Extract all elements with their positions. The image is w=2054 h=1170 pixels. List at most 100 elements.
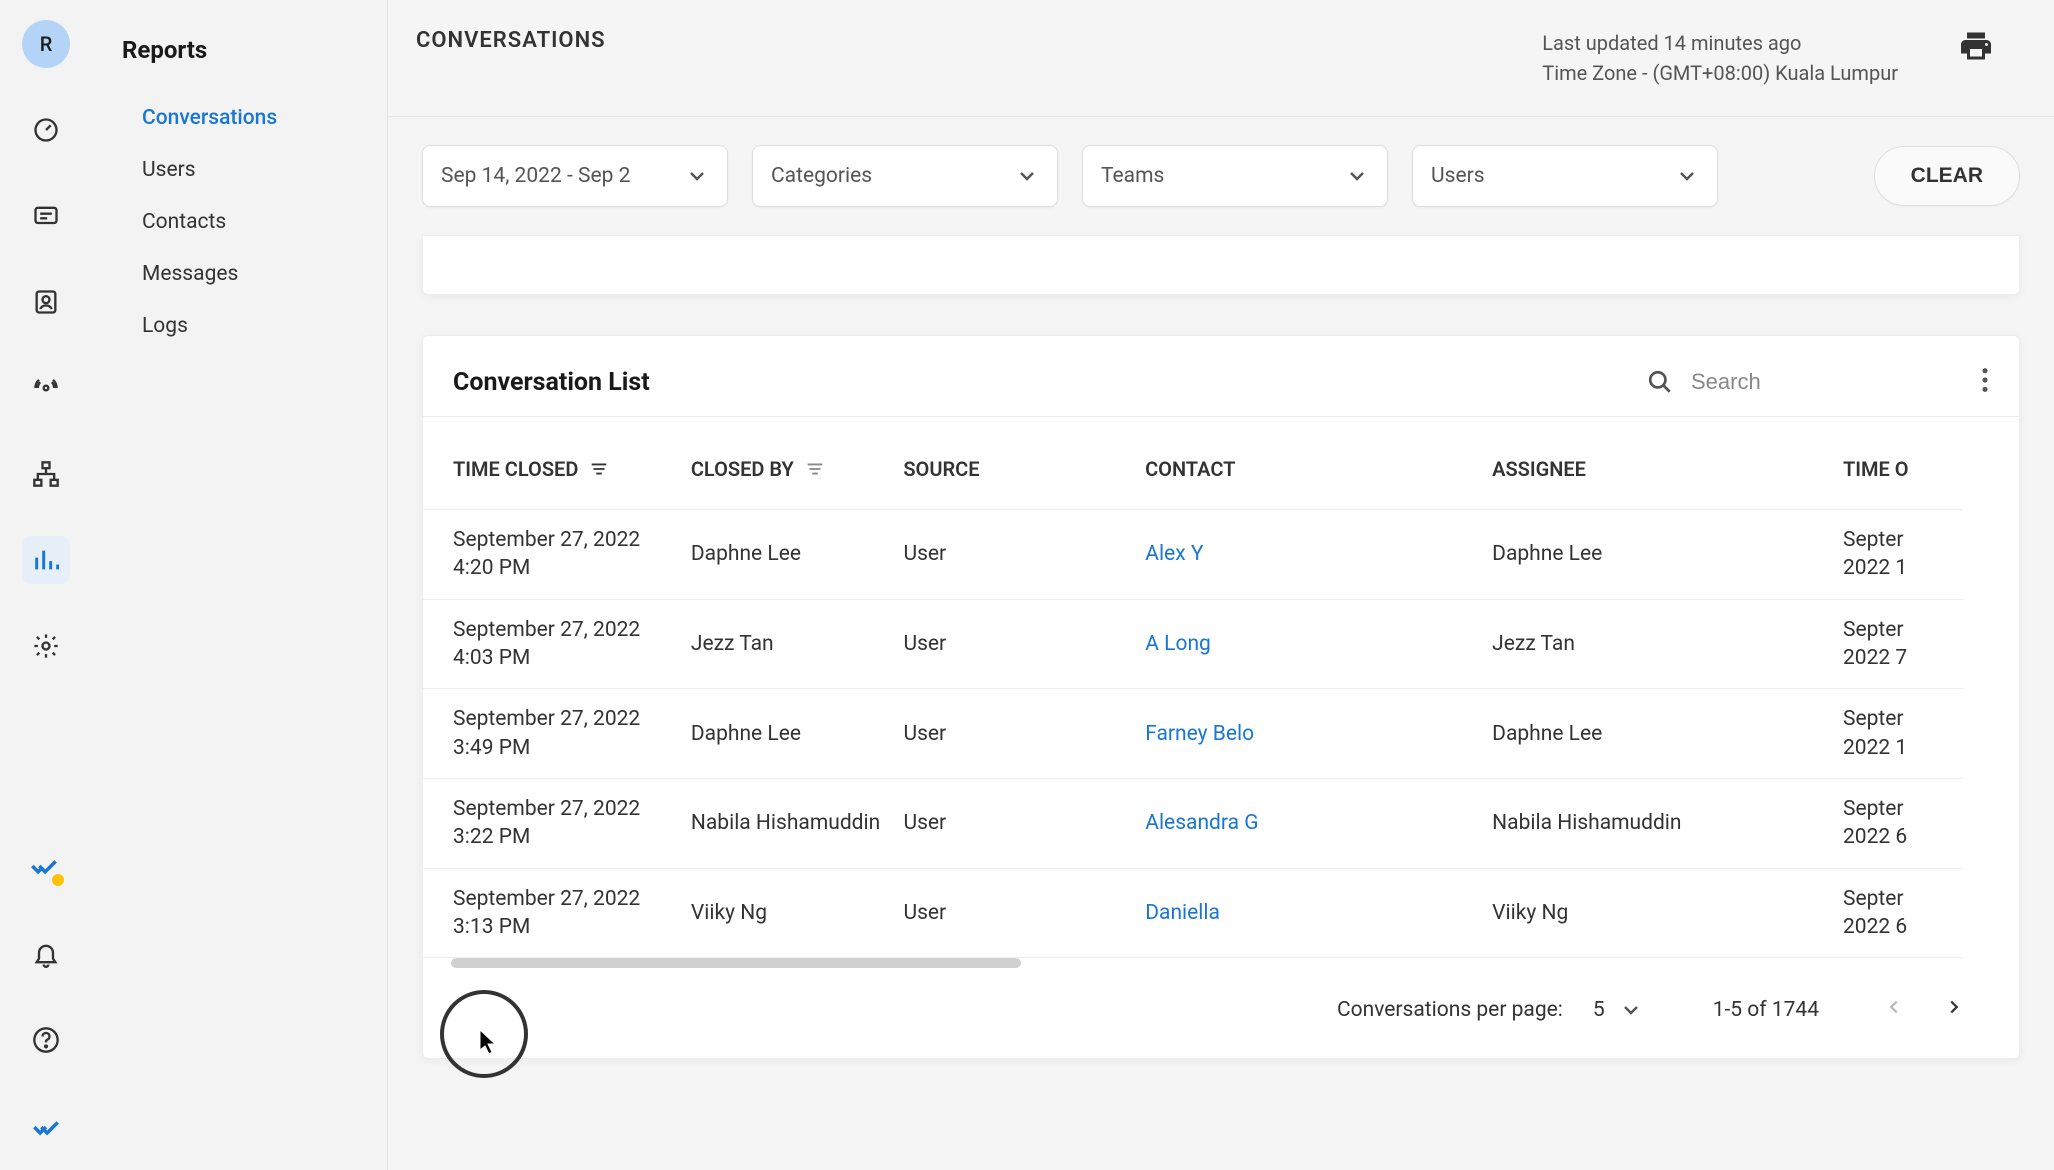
chevron-down-icon <box>1619 998 1643 1022</box>
scrollbar-thumb[interactable] <box>451 958 1021 968</box>
col-assignee[interactable]: ASSIGNEE <box>1492 457 1843 481</box>
cell-time-opened: Septer 2022 1 <box>1843 705 1963 762</box>
col-source[interactable]: SOURCE <box>903 457 1145 481</box>
table-row[interactable]: September 27, 2022 3:22 PM Nabila Hisham… <box>423 779 1963 869</box>
cell-time-closed: September 27, 2022 4:03 PM <box>453 616 691 673</box>
col-time-opened[interactable]: TIME O <box>1843 457 1963 481</box>
workflow-icon[interactable] <box>22 450 70 498</box>
main-content: CONVERSATIONS Last updated 14 minutes ag… <box>388 0 2054 1170</box>
card-title: Conversation List <box>453 368 650 397</box>
cell-assignee: Viiky Ng <box>1492 901 1843 925</box>
page-range: 1-5 of 1744 <box>1713 998 1819 1022</box>
cell-closed-by: Daphne Lee <box>691 542 904 566</box>
summary-card-bottom <box>422 235 2020 295</box>
settings-icon[interactable] <box>22 622 70 670</box>
sidebar-item-users[interactable]: Users <box>122 144 387 196</box>
users-label: Users <box>1431 164 1675 188</box>
users-select[interactable]: Users <box>1412 145 1718 207</box>
search-icon[interactable] <box>1647 369 1673 395</box>
filter-bar: Sep 14, 2022 - Sep 2 Categories Teams Us… <box>388 117 2054 235</box>
prev-page-button[interactable] <box>1879 992 1909 1028</box>
page-header: CONVERSATIONS Last updated 14 minutes ag… <box>388 0 2054 117</box>
header-meta: Last updated 14 minutes ago Time Zone - … <box>1542 28 1898 88</box>
cell-source: User <box>903 811 1145 835</box>
cell-source: User <box>903 722 1145 746</box>
notifications-icon[interactable] <box>22 930 70 978</box>
pagination: Conversations per page: 5 1-5 of 1744 <box>423 968 2019 1058</box>
dashboard-icon[interactable] <box>22 106 70 154</box>
contacts-icon[interactable] <box>22 278 70 326</box>
next-page-button[interactable] <box>1939 992 1969 1028</box>
cell-assignee: Daphne Lee <box>1492 722 1843 746</box>
table-row[interactable]: September 27, 2022 3:13 PM Viiky Ng User… <box>423 869 1963 959</box>
sidebar-item-conversations[interactable]: Conversations <box>122 92 387 144</box>
cell-closed-by: Jezz Tan <box>691 632 904 656</box>
cell-time-opened: Septer 2022 7 <box>1843 616 1963 673</box>
cell-contact[interactable]: Alesandra G <box>1145 811 1492 835</box>
table-row[interactable]: September 27, 2022 3:49 PM Daphne Lee Us… <box>423 689 1963 779</box>
conversation-list-card: Conversation List TIME CLOSED CLOSED BY <box>422 335 2020 1059</box>
cell-closed-by: Viiky Ng <box>691 901 904 925</box>
card-header: Conversation List <box>423 336 2019 417</box>
sidebar-title: Reports <box>122 36 387 64</box>
cell-assignee: Jezz Tan <box>1492 632 1843 656</box>
page-size-label: Conversations per page: <box>1337 998 1563 1022</box>
more-options-button[interactable] <box>1981 366 1989 398</box>
cell-source: User <box>903 632 1145 656</box>
categories-label: Categories <box>771 164 1015 188</box>
cell-time-closed: September 27, 2022 3:13 PM <box>453 885 691 942</box>
avatar[interactable]: R <box>22 20 70 68</box>
categories-select[interactable]: Categories <box>752 145 1058 207</box>
chevron-down-icon <box>1345 164 1369 188</box>
last-updated: Last updated 14 minutes ago <box>1542 28 1898 58</box>
clear-button[interactable]: CLEAR <box>1874 146 2020 206</box>
sidebar: Reports Conversations Users Contacts Mes… <box>92 0 388 1170</box>
col-time-closed[interactable]: TIME CLOSED <box>453 457 691 481</box>
cell-contact[interactable]: Alex Y <box>1145 542 1492 566</box>
reports-icon[interactable] <box>22 536 70 584</box>
col-closed-by[interactable]: CLOSED BY <box>691 457 904 481</box>
check-icon[interactable] <box>22 1102 70 1150</box>
print-button[interactable] <box>1958 28 1994 68</box>
cell-time-closed: September 27, 2022 3:22 PM <box>453 795 691 852</box>
timezone: Time Zone - (GMT+08:00) Kuala Lumpur <box>1542 58 1898 88</box>
chevron-down-icon <box>1675 164 1699 188</box>
cell-time-closed: September 27, 2022 3:49 PM <box>453 705 691 762</box>
table: TIME CLOSED CLOSED BY SOURCE CONTACT ASS… <box>423 417 2019 968</box>
col-contact[interactable]: CONTACT <box>1145 457 1492 481</box>
cell-time-opened: Septer 2022 6 <box>1843 885 1963 942</box>
cell-source: User <box>903 542 1145 566</box>
sidebar-item-logs[interactable]: Logs <box>122 300 387 352</box>
cell-closed-by: Daphne Lee <box>691 722 904 746</box>
cell-contact[interactable]: Farney Belo <box>1145 722 1492 746</box>
cell-contact[interactable]: Daniella <box>1145 901 1492 925</box>
chevron-down-icon <box>1015 164 1039 188</box>
page-size-select[interactable]: 5 <box>1593 998 1643 1022</box>
help-icon[interactable] <box>22 1016 70 1064</box>
chevron-down-icon <box>685 164 709 188</box>
cell-time-closed: September 27, 2022 4:20 PM <box>453 526 691 583</box>
cell-time-opened: Septer 2022 1 <box>1843 526 1963 583</box>
table-row[interactable]: September 27, 2022 4:03 PM Jezz Tan User… <box>423 600 1963 690</box>
sidebar-item-messages[interactable]: Messages <box>122 248 387 300</box>
cell-assignee: Daphne Lee <box>1492 542 1843 566</box>
messages-icon[interactable] <box>22 192 70 240</box>
table-row[interactable]: September 27, 2022 4:20 PM Daphne Lee Us… <box>423 510 1963 600</box>
date-range-select[interactable]: Sep 14, 2022 - Sep 2 <box>422 145 728 207</box>
app-logo-icon[interactable] <box>22 844 70 892</box>
broadcast-icon[interactable] <box>22 364 70 412</box>
teams-select[interactable]: Teams <box>1082 145 1388 207</box>
date-range-value: Sep 14, 2022 - Sep 2 <box>441 164 685 188</box>
sidebar-item-contacts[interactable]: Contacts <box>122 196 387 248</box>
teams-label: Teams <box>1101 164 1345 188</box>
search-input[interactable] <box>1691 369 1951 395</box>
cell-time-opened: Septer 2022 6 <box>1843 795 1963 852</box>
cell-closed-by: Nabila Hishamuddin <box>691 811 904 835</box>
cell-assignee: Nabila Hishamuddin <box>1492 811 1843 835</box>
sort-icon <box>588 458 610 480</box>
table-header: TIME CLOSED CLOSED BY SOURCE CONTACT ASS… <box>423 417 1963 510</box>
cell-contact[interactable]: A Long <box>1145 632 1492 656</box>
page-title: CONVERSATIONS <box>416 28 606 53</box>
horizontal-scrollbar[interactable] <box>451 958 1989 968</box>
cell-source: User <box>903 901 1145 925</box>
